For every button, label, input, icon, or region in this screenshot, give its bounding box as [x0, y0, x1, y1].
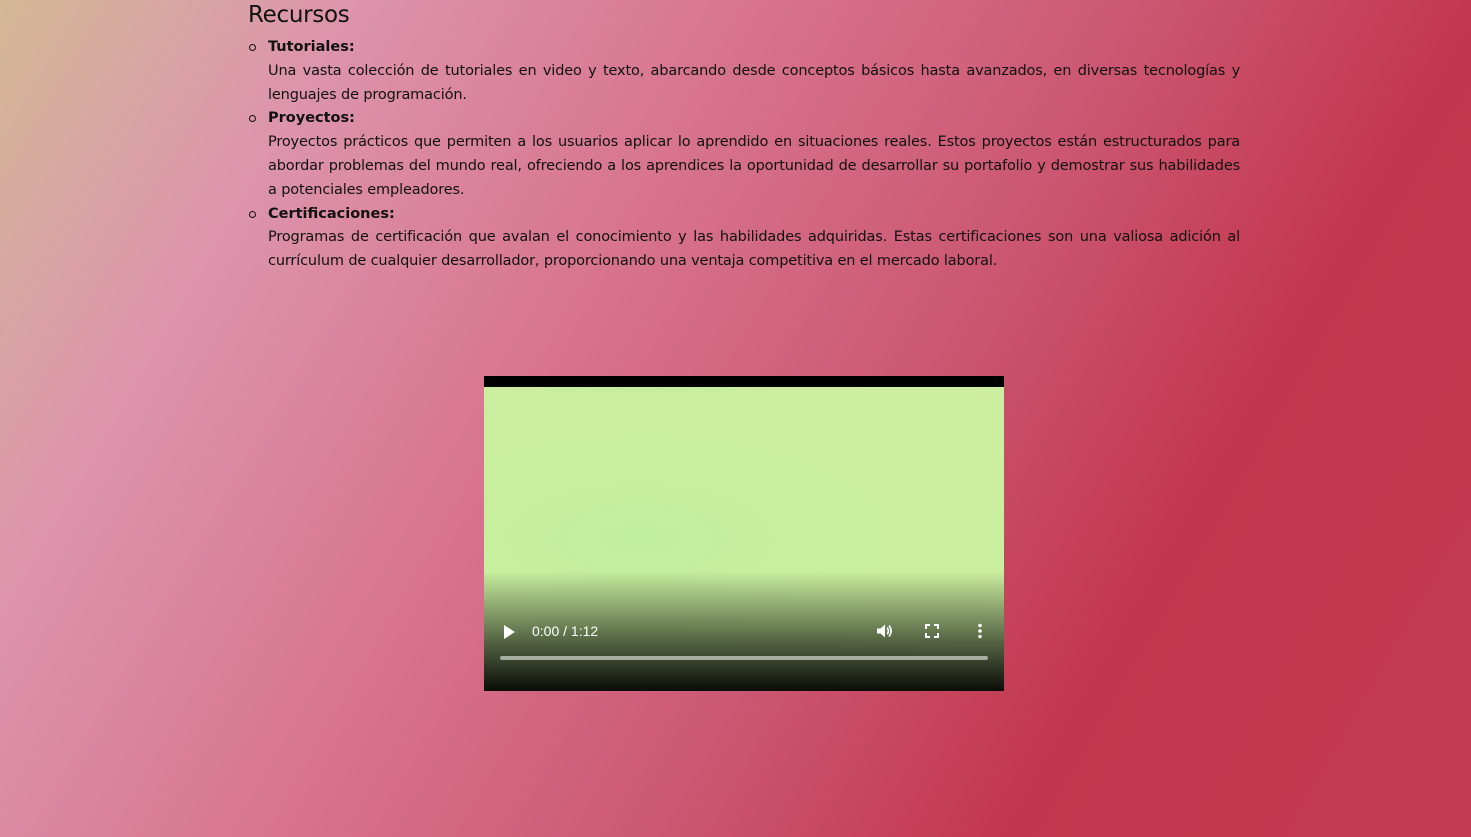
video-controls: 0:00 / 1:12 — [484, 616, 1004, 646]
item-description: Una vasta colección de tutoriales en vid… — [268, 62, 1240, 103]
item-title: Certificaciones: — [268, 205, 395, 222]
list-item: Certificaciones: Programas de certificac… — [248, 203, 1240, 274]
time-display: 0:00 / 1:12 — [532, 623, 599, 639]
item-title: Proyectos: — [268, 110, 355, 127]
resources-section: Recursos Tutoriales: Una vasta colección… — [248, 0, 1240, 274]
circle-bullet-icon — [249, 44, 256, 51]
volume-icon[interactable] — [874, 621, 894, 641]
circle-bullet-icon — [249, 115, 256, 123]
progress-bar[interactable] — [500, 656, 988, 660]
item-description: Programas de certificación que avalan el… — [268, 229, 1240, 270]
play-icon[interactable] — [502, 624, 516, 640]
list-item: Tutoriales: Una vasta colección de tutor… — [248, 36, 1240, 107]
section-title: Recursos — [248, 2, 350, 28]
more-options-icon[interactable] — [970, 621, 990, 641]
video-player[interactable]: 0:00 / 1:12 — [484, 376, 1004, 691]
item-description: Proyectos prácticos que permiten a los u… — [268, 134, 1240, 198]
circle-bullet-icon — [249, 210, 256, 218]
item-title: Tutoriales: — [268, 39, 355, 55]
resources-list: Tutoriales: Una vasta colección de tutor… — [248, 36, 1240, 274]
list-item: Proyectos: Proyectos prácticos que permi… — [248, 107, 1240, 202]
fullscreen-icon[interactable] — [922, 621, 942, 641]
